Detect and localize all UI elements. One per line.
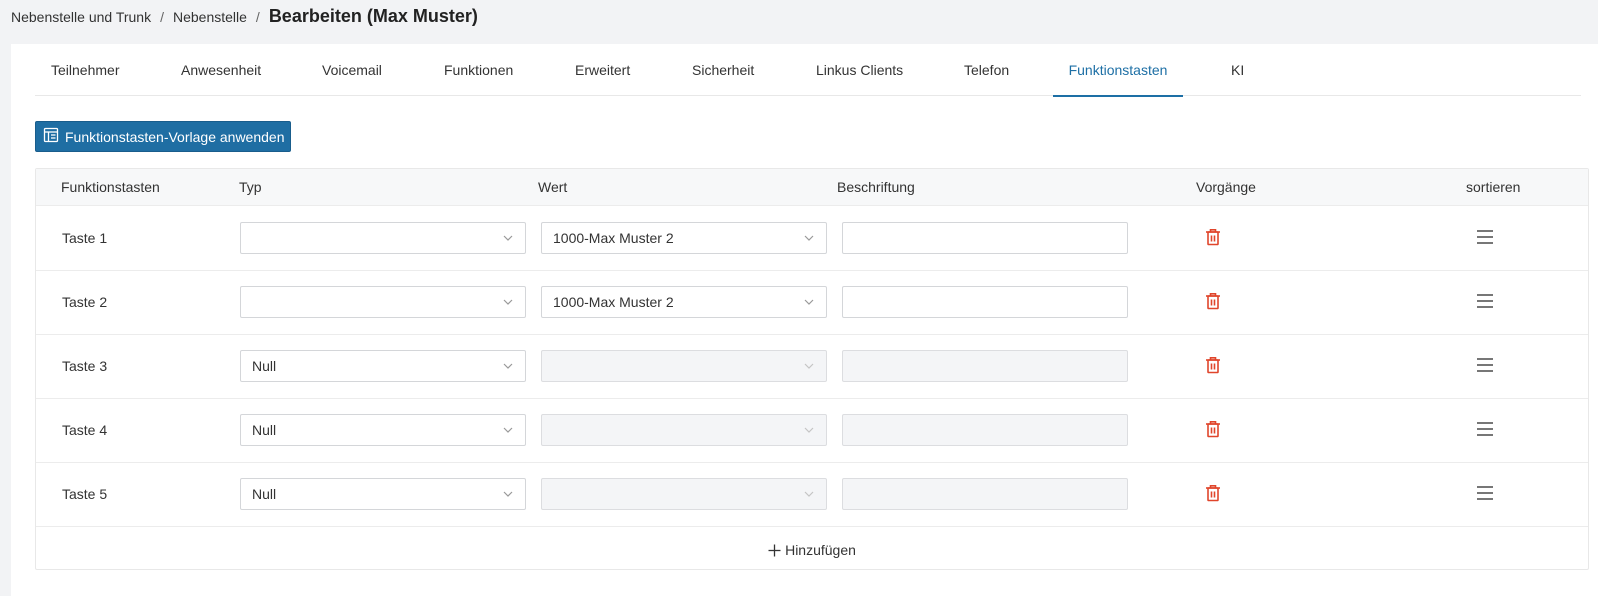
header-funktionstasten: Funktionstasten xyxy=(61,179,160,195)
value-select[interactable]: 1000-Max Muster 2 xyxy=(541,286,827,318)
drag-handle-icon[interactable] xyxy=(1476,421,1494,437)
function-keys-table: Funktionstasten Typ Wert Beschriftung Vo… xyxy=(35,168,1589,570)
value-select-value: 1000-Max Muster 2 xyxy=(553,230,674,246)
type-select[interactable]: Null xyxy=(240,350,526,382)
label-input[interactable] xyxy=(842,222,1128,254)
key-label: Taste 3 xyxy=(62,358,108,374)
value-select xyxy=(541,350,827,382)
drag-handle-icon[interactable] xyxy=(1476,357,1494,373)
trash-icon[interactable] xyxy=(1205,228,1221,246)
drag-handle-icon[interactable] xyxy=(1476,229,1494,245)
label-input xyxy=(842,350,1128,382)
chevron-down-icon xyxy=(804,491,814,497)
trash-icon[interactable] xyxy=(1205,292,1221,310)
header-wert: Wert xyxy=(538,179,568,195)
breadcrumb-separator: / xyxy=(160,9,164,25)
apply-template-label: Funktionstasten-Vorlage anwenden xyxy=(65,128,285,145)
type-select[interactable] xyxy=(240,222,526,254)
page-title: Bearbeiten (Max Muster) xyxy=(268,6,478,26)
tab-funktionen[interactable]: Funktionen xyxy=(428,44,529,96)
tab-teilnehmer[interactable]: Teilnehmer xyxy=(35,44,135,96)
chevron-down-icon xyxy=(804,427,814,433)
tab-bar: Teilnehmer Anwesenheit Voicemail Funktio… xyxy=(35,44,1581,97)
type-select[interactable] xyxy=(240,286,526,318)
table-row: Taste 5 Null xyxy=(36,462,1588,527)
tab-anwesenheit[interactable]: Anwesenheit xyxy=(165,44,277,96)
table-row: Taste 1 1000-Max Muster 2 xyxy=(36,206,1588,271)
chevron-down-icon xyxy=(804,363,814,369)
header-beschriftung: Beschriftung xyxy=(837,179,915,195)
table-row: Taste 2 1000-Max Muster 2 xyxy=(36,270,1588,335)
add-key-button[interactable]: Hinzufügen xyxy=(36,530,1588,570)
type-select-value: Null xyxy=(252,422,277,438)
key-label: Taste 2 xyxy=(62,294,108,310)
chevron-down-icon xyxy=(804,299,814,305)
header-vorgaenge: Vorgänge xyxy=(1196,179,1256,195)
label-input xyxy=(842,414,1128,446)
header-typ: Typ xyxy=(239,179,262,195)
key-label: Taste 5 xyxy=(62,486,108,502)
plus-icon xyxy=(768,544,781,556)
add-key-label: Hinzufügen xyxy=(785,542,856,558)
chevron-down-icon xyxy=(804,235,814,241)
trash-icon[interactable] xyxy=(1205,420,1221,438)
apply-template-button[interactable]: Funktionstasten-Vorlage anwenden xyxy=(35,121,291,152)
table-row: Taste 4 Null xyxy=(36,398,1588,463)
chevron-down-icon xyxy=(503,299,513,305)
key-label: Taste 4 xyxy=(62,422,108,438)
table-header: Funktionstasten Typ Wert Beschriftung Vo… xyxy=(36,169,1588,206)
type-select[interactable]: Null xyxy=(240,478,526,510)
label-input xyxy=(842,478,1128,510)
value-select xyxy=(541,478,827,510)
drag-handle-icon[interactable] xyxy=(1476,485,1494,501)
tab-voicemail[interactable]: Voicemail xyxy=(306,44,398,96)
tab-linkus-clients[interactable]: Linkus Clients xyxy=(800,44,919,96)
label-input[interactable] xyxy=(842,286,1128,318)
tab-ki[interactable]: KI xyxy=(1215,44,1260,96)
breadcrumb: Nebenstelle und Trunk / Nebenstelle / Be… xyxy=(11,6,478,28)
chevron-down-icon xyxy=(503,363,513,369)
value-select-value: 1000-Max Muster 2 xyxy=(553,294,674,310)
breadcrumb-item-trunk[interactable]: Nebenstelle und Trunk xyxy=(11,9,151,25)
key-label: Taste 1 xyxy=(62,230,108,246)
value-select[interactable]: 1000-Max Muster 2 xyxy=(541,222,827,254)
tab-sicherheit[interactable]: Sicherheit xyxy=(676,44,770,96)
chevron-down-icon xyxy=(503,235,513,241)
tab-telefon[interactable]: Telefon xyxy=(948,44,1025,96)
trash-icon[interactable] xyxy=(1205,484,1221,502)
chevron-down-icon xyxy=(503,491,513,497)
header-sortieren: sortieren xyxy=(1466,179,1521,195)
drag-handle-icon[interactable] xyxy=(1476,293,1494,309)
breadcrumb-item-extension[interactable]: Nebenstelle xyxy=(173,9,247,25)
template-icon xyxy=(43,127,59,146)
tab-funktionstasten[interactable]: Funktionstasten xyxy=(1053,44,1183,97)
tab-erweitert[interactable]: Erweitert xyxy=(559,44,646,96)
trash-icon[interactable] xyxy=(1205,356,1221,374)
type-select-value: Null xyxy=(252,486,277,502)
breadcrumb-separator: / xyxy=(255,9,260,25)
type-select[interactable]: Null xyxy=(240,414,526,446)
content-panel: Teilnehmer Anwesenheit Voicemail Funktio… xyxy=(11,44,1598,596)
chevron-down-icon xyxy=(503,427,513,433)
table-row: Taste 3 Null xyxy=(36,334,1588,399)
value-select xyxy=(541,414,827,446)
type-select-value: Null xyxy=(252,358,277,374)
